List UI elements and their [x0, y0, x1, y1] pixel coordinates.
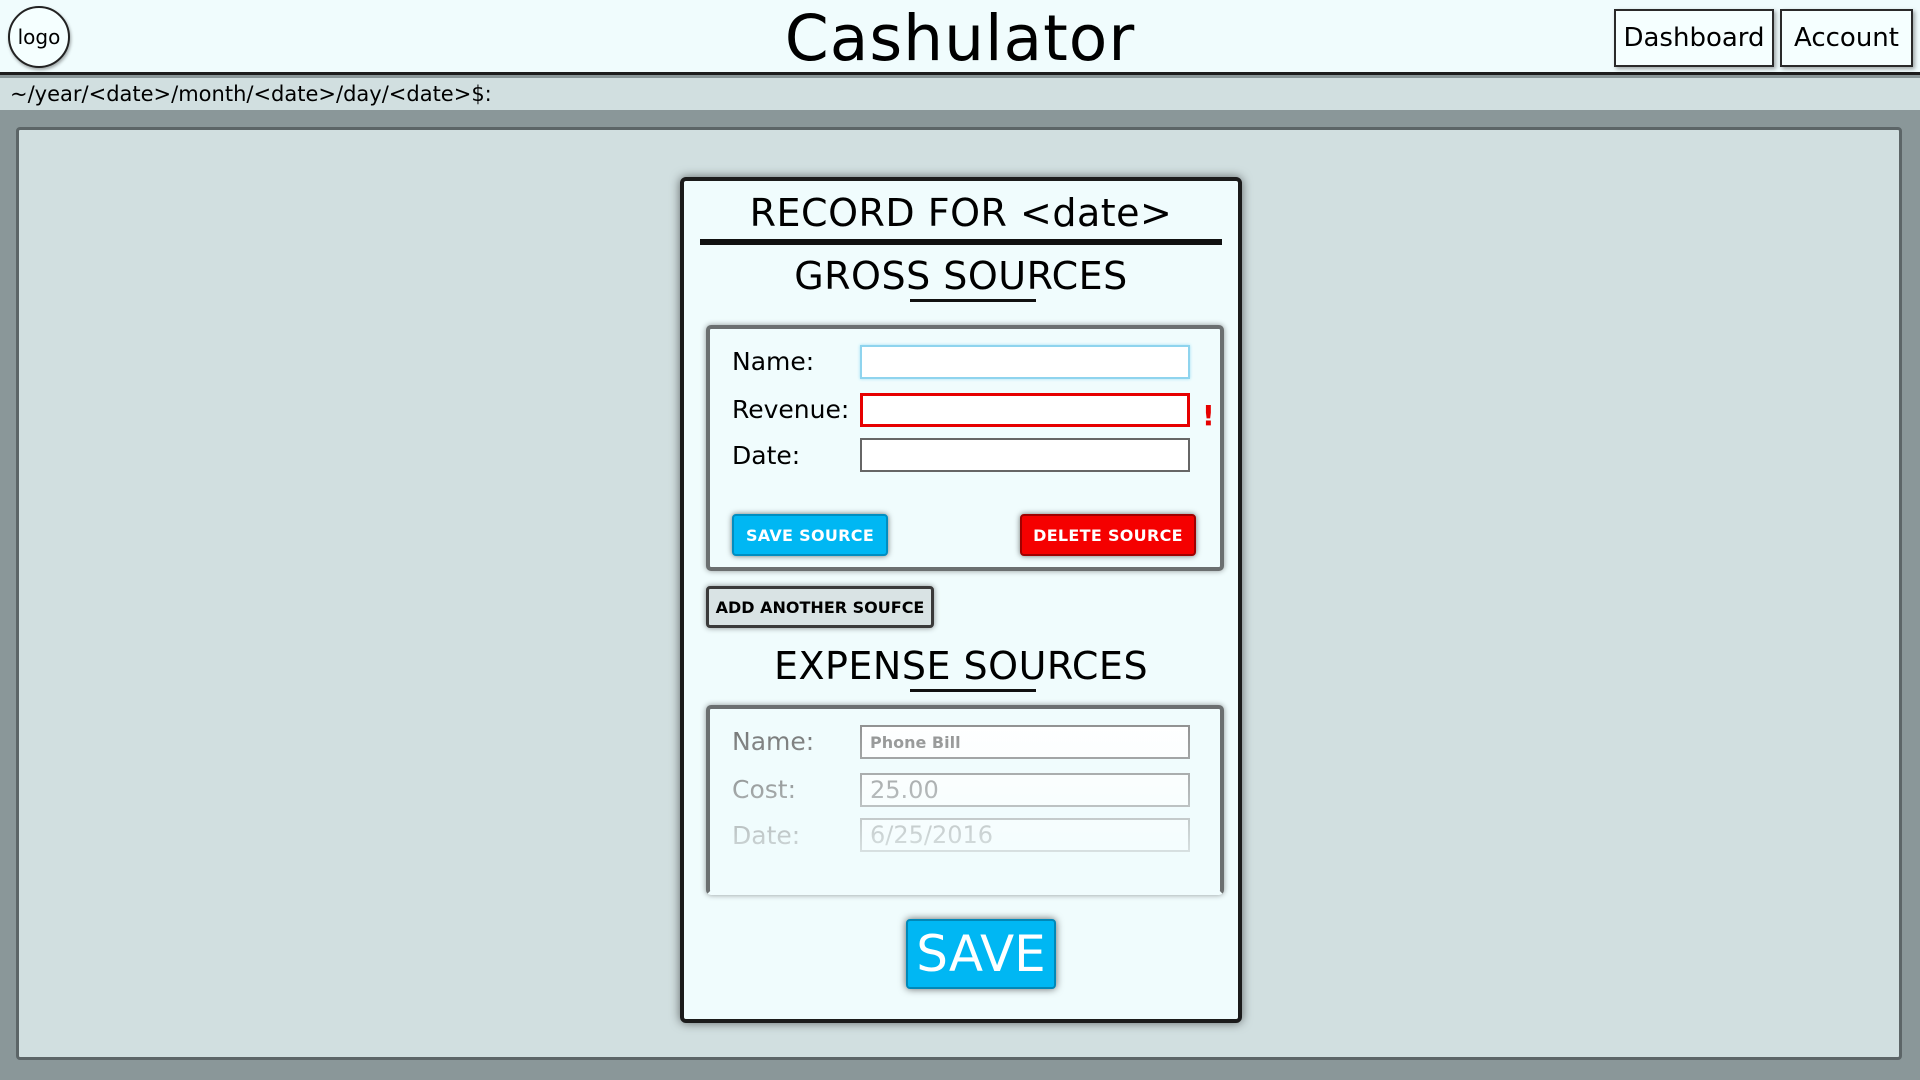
gross-date-input[interactable]	[860, 438, 1190, 472]
gross-revenue-input[interactable]	[860, 393, 1190, 427]
expense-name-label: Name:	[732, 727, 815, 756]
expense-name-input[interactable]	[860, 725, 1190, 759]
expense-sources-title: EXPENSE SOURCES	[773, 644, 1149, 688]
gross-sources-title: GROSS SOURCES	[794, 254, 1128, 298]
date-label: Date:	[732, 441, 801, 470]
gross-title-underline	[910, 299, 1036, 302]
expense-cost-input[interactable]	[860, 773, 1190, 807]
app-header: logo Cashulator Dashboard Account	[0, 0, 1920, 75]
gross-name-input[interactable]	[860, 345, 1190, 379]
expense-date-label: Date:	[732, 821, 801, 850]
revenue-label: Revenue:	[732, 395, 850, 424]
dashboard-button[interactable]: Dashboard	[1614, 9, 1774, 67]
gross-source-box: Name: Revenue: ! Date: SAVE SOURCE DELET…	[706, 325, 1224, 571]
expense-source-box: Name: Cost: Date:	[706, 705, 1224, 895]
error-icon: !	[1202, 399, 1215, 432]
account-button[interactable]: Account	[1780, 9, 1913, 67]
expense-date-input[interactable]	[860, 818, 1190, 852]
save-button[interactable]: SAVE	[906, 919, 1056, 989]
save-source-button[interactable]: SAVE SOURCE	[732, 514, 888, 556]
name-label: Name:	[732, 347, 815, 376]
expense-cost-label: Cost:	[732, 775, 797, 804]
expense-title-underline	[910, 689, 1036, 692]
record-card: RECORD FOR <date> GROSS SOURCES Name: Re…	[680, 177, 1242, 1023]
logo[interactable]: logo	[8, 6, 70, 68]
breadcrumb: ~/year/<date>/month/<date>/day/<date>$:	[0, 78, 1920, 110]
record-title: RECORD FOR <date>	[700, 191, 1222, 245]
delete-source-button[interactable]: DELETE SOURCE	[1020, 514, 1196, 556]
add-another-source-button[interactable]: ADD ANOTHER SOUFCE	[706, 586, 934, 628]
